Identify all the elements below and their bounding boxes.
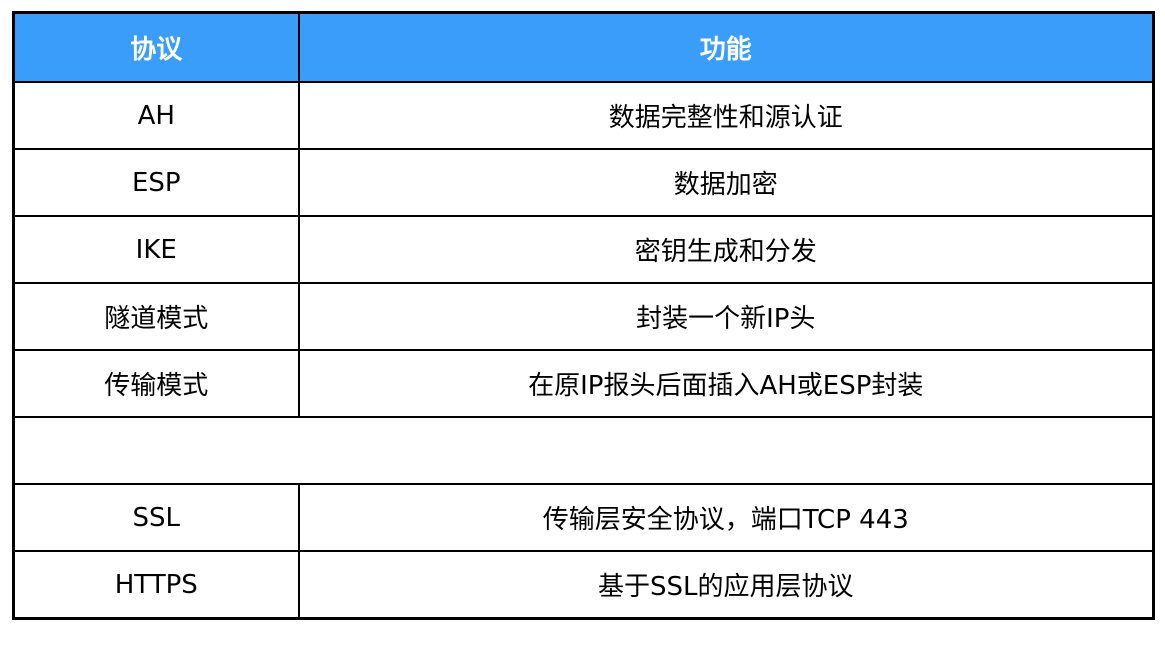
cell-protocol: AH: [12, 81, 300, 150]
cell-protocol: SSL: [12, 483, 300, 552]
cell-function: 传输层安全协议，端口TCP 443: [297, 483, 1155, 552]
cell-function: 数据完整性和源认证: [297, 81, 1155, 150]
separator-cell: [12, 416, 1155, 485]
table-row: 隧道模式 封装一个新IP头: [12, 282, 1155, 351]
page: 协议 功能 AH 数据完整性和源认证 ESP 数据加密 IKE 密钥生成和分发 …: [0, 0, 1165, 648]
cell-protocol: 传输模式: [12, 349, 300, 418]
table-row: ESP 数据加密: [12, 148, 1155, 217]
separator-row: [12, 416, 1155, 485]
table-row: SSL 传输层安全协议，端口TCP 443: [12, 483, 1155, 552]
cell-protocol: 隧道模式: [12, 282, 300, 351]
cell-protocol: ESP: [12, 148, 300, 217]
cell-function: 在原IP报头后面插入AH或ESP封装: [297, 349, 1155, 418]
table-row: IKE 密钥生成和分发: [12, 215, 1155, 284]
table-header-row: 协议 功能: [12, 11, 1155, 83]
table-row: HTTPS 基于SSL的应用层协议: [12, 550, 1155, 620]
header-function: 功能: [297, 11, 1155, 83]
table-row: 传输模式 在原IP报头后面插入AH或ESP封装: [12, 349, 1155, 418]
protocol-table: 协议 功能 AH 数据完整性和源认证 ESP 数据加密 IKE 密钥生成和分发 …: [12, 11, 1155, 620]
cell-protocol: IKE: [12, 215, 300, 284]
cell-function: 基于SSL的应用层协议: [297, 550, 1155, 620]
cell-function: 数据加密: [297, 148, 1155, 217]
cell-function: 密钥生成和分发: [297, 215, 1155, 284]
cell-protocol: HTTPS: [12, 550, 300, 620]
header-protocol: 协议: [12, 11, 300, 83]
cell-function: 封装一个新IP头: [297, 282, 1155, 351]
table-row: AH 数据完整性和源认证: [12, 81, 1155, 150]
